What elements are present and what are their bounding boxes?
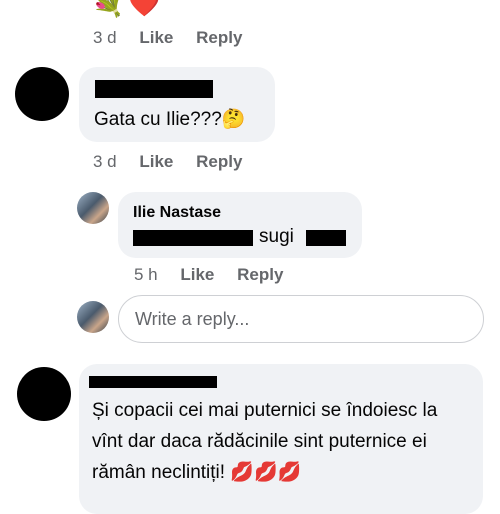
like-button[interactable]: Like: [139, 152, 173, 171]
redacted-word: [306, 230, 346, 246]
like-button[interactable]: Like: [139, 28, 173, 47]
redacted-author-name: [89, 376, 217, 388]
current-user-avatar: [77, 301, 109, 333]
reply-input-placeholder: Write a reply...: [135, 309, 250, 329]
reply-button[interactable]: Reply: [196, 152, 242, 171]
comment-time: 5 h: [134, 265, 158, 284]
redacted-mention: [133, 230, 253, 246]
like-button[interactable]: Like: [180, 265, 214, 284]
redacted-author-name: [95, 80, 213, 98]
comment-text: Gata cu Ilie???🤔: [94, 109, 246, 130]
comment-time: 3 d: [93, 152, 117, 171]
reply-input[interactable]: Write a reply...: [118, 295, 484, 343]
reply-text: sugi: [259, 226, 294, 247]
comment-actions: 3 d Like Reply: [93, 152, 242, 172]
comment-bubble: Și copacii cei mai puternici se îndoiesc…: [79, 364, 483, 514]
avatar[interactable]: [77, 192, 109, 224]
comment-bubble: Gata cu Ilie???🤔: [79, 67, 275, 142]
avatar[interactable]: [17, 367, 71, 421]
reply-actions: 5 h Like Reply: [134, 265, 283, 285]
reply-button[interactable]: Reply: [196, 28, 242, 47]
reply-button[interactable]: Reply: [237, 265, 283, 284]
reply-bubble: Ilie Nastase sugi: [118, 192, 362, 258]
comment-text: Și copacii cei mai puternici se îndoiesc…: [92, 400, 438, 483]
reply-author[interactable]: Ilie Nastase: [133, 204, 221, 222]
avatar[interactable]: [15, 67, 69, 121]
top-comment-actions: 3 d Like Reply: [93, 28, 242, 48]
top-comment-emoji: 💐❤️: [92, 0, 165, 18]
comment-time: 3 d: [93, 28, 117, 47]
redaction-bar: [133, 230, 253, 246]
